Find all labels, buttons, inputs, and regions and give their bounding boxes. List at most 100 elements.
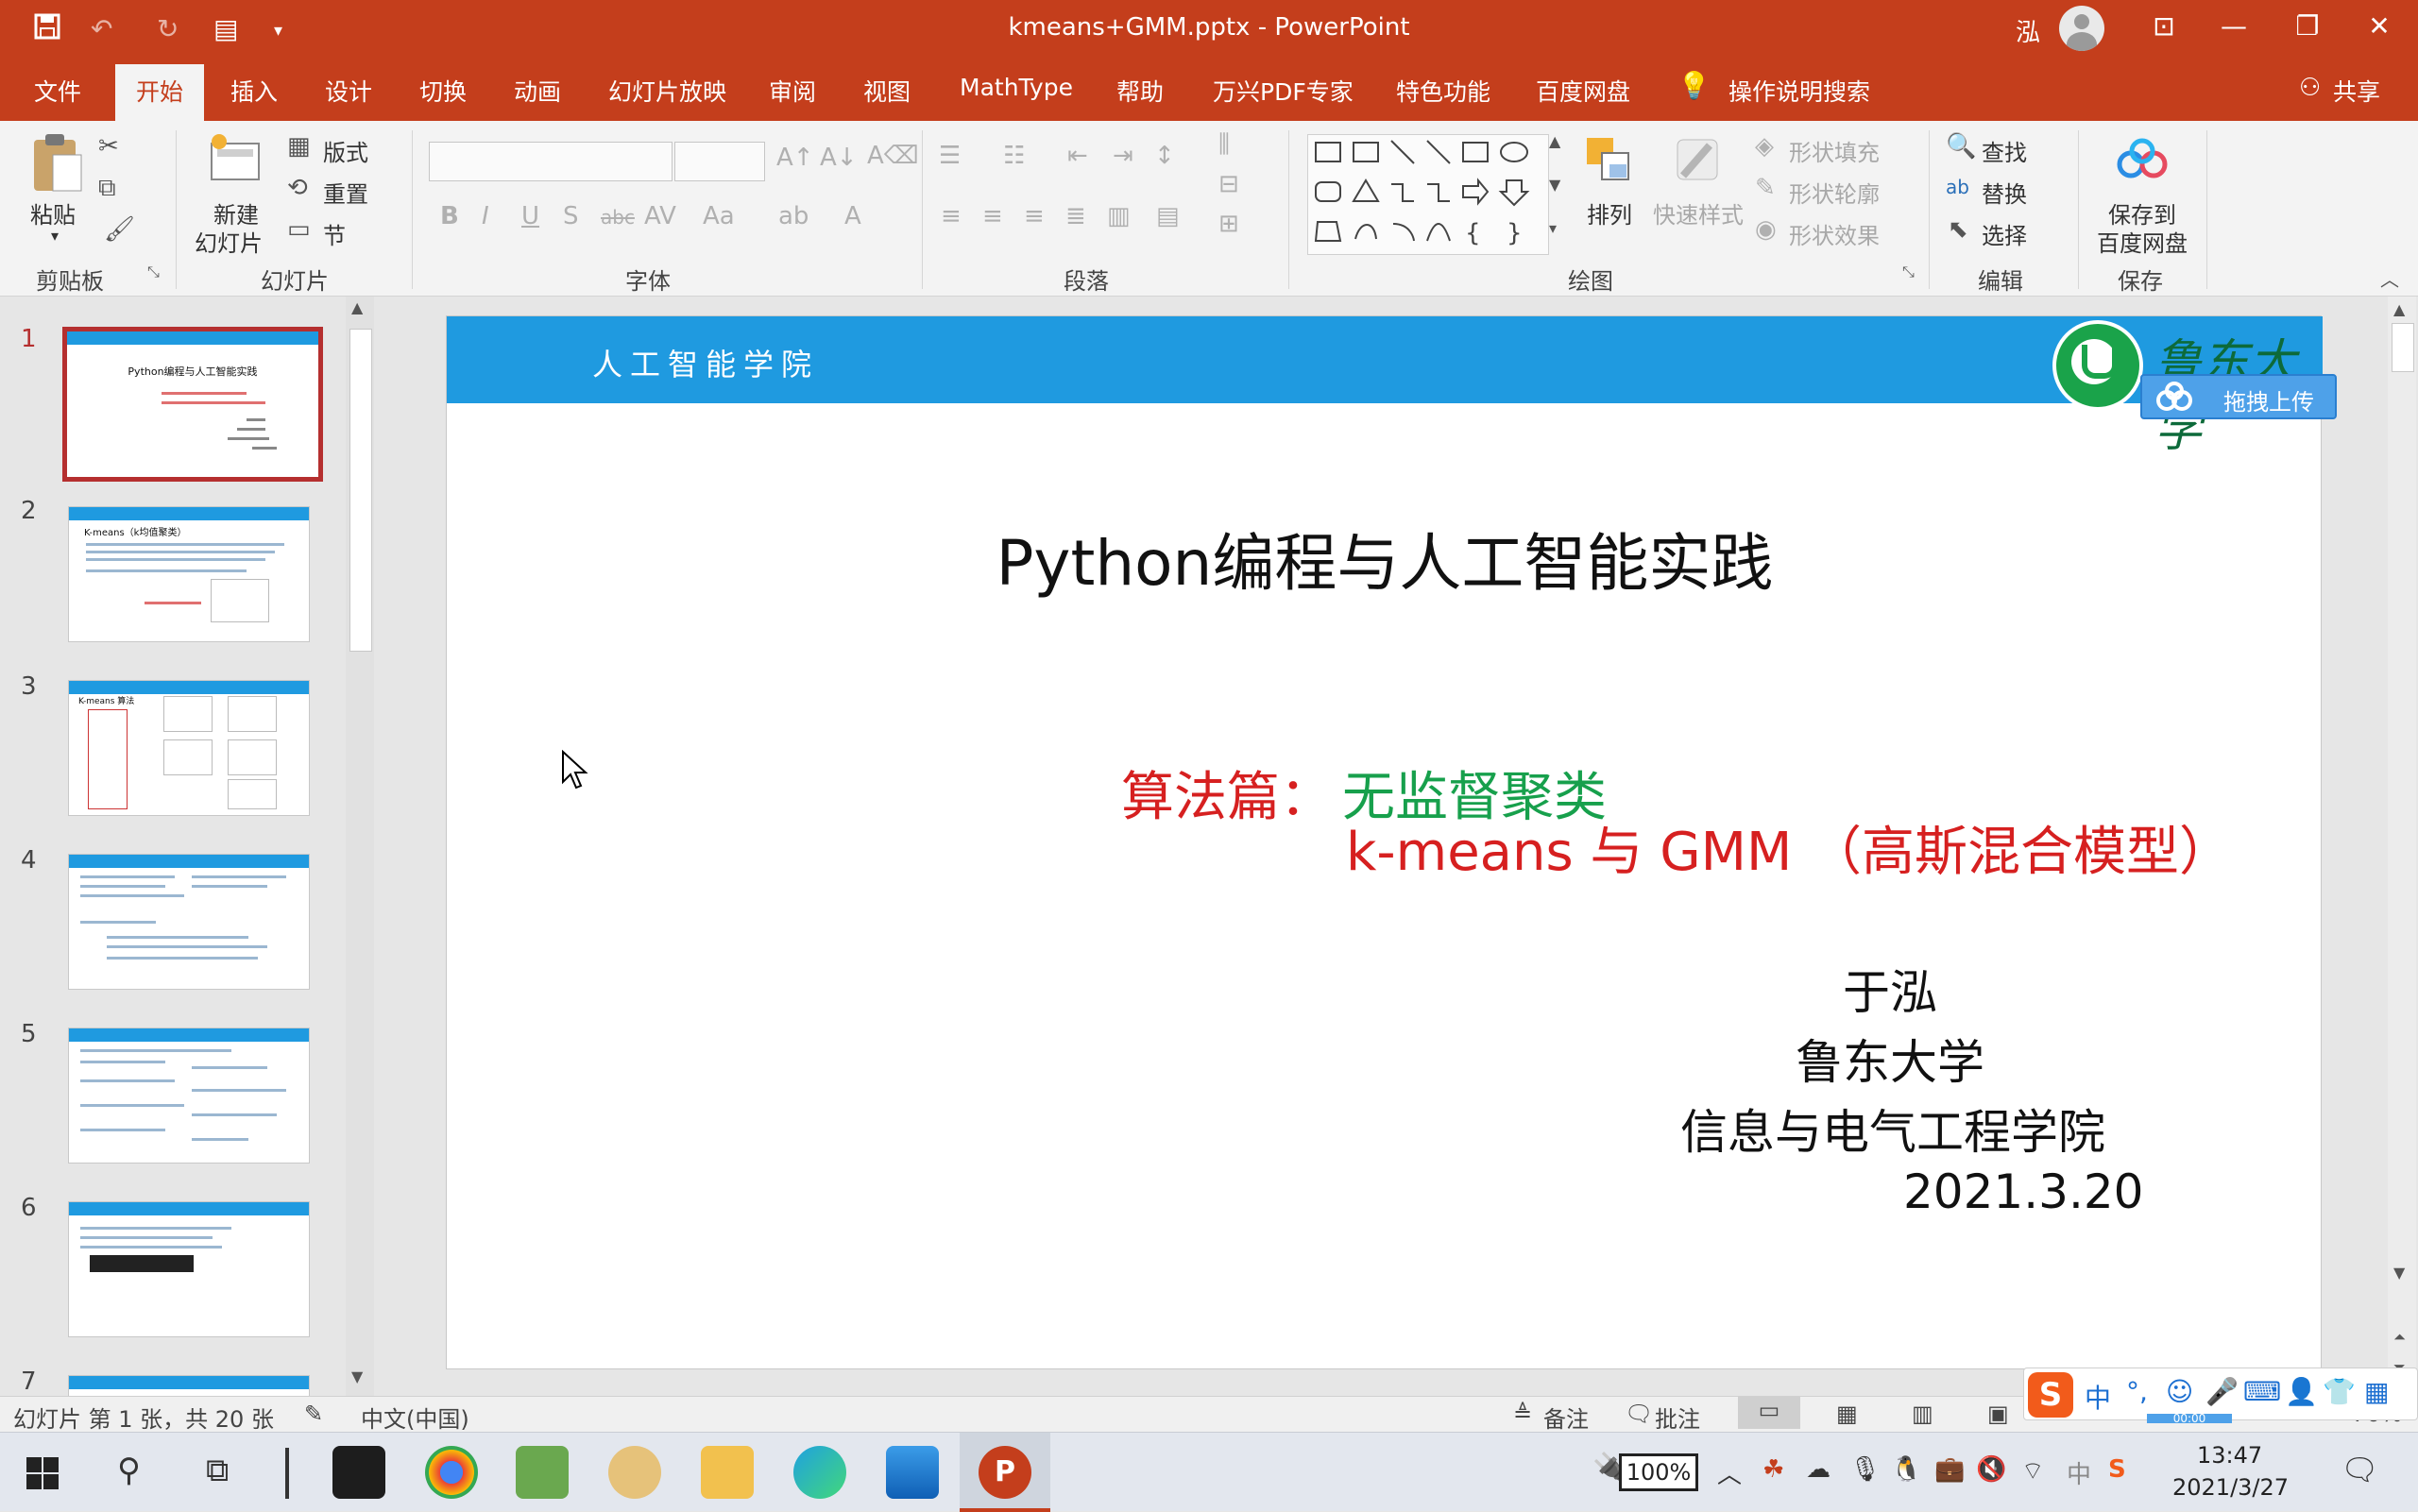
restore-button[interactable]: ❐: [2274, 6, 2341, 47]
font-size-dropdown[interactable]: [674, 142, 765, 181]
shapes-gallery[interactable]: { }: [1307, 134, 1549, 255]
onedrive-icon[interactable]: ☁: [1806, 1455, 1831, 1484]
gallery-up-icon[interactable]: ▲: [1549, 132, 1560, 150]
tab-features[interactable]: 特色功能: [1396, 74, 1490, 108]
shape-fill-button[interactable]: 形状填充: [1789, 134, 1880, 167]
justify-icon[interactable]: ≣: [1065, 202, 1086, 230]
language-indicator[interactable]: 中文(中国): [361, 1401, 469, 1434]
clock-date[interactable]: 2021/3/27: [2172, 1474, 2289, 1501]
comments-button[interactable]: 批注: [1655, 1401, 1700, 1434]
minimize-button[interactable]: —: [2201, 6, 2267, 47]
avatar[interactable]: [2059, 6, 2104, 51]
normal-view-icon[interactable]: ▭: [1738, 1397, 1800, 1429]
align-center-icon[interactable]: ≡: [982, 202, 1003, 230]
slide-thumbnail-3[interactable]: K-means 算法: [68, 680, 310, 816]
gallery-more-icon[interactable]: ▾: [1549, 219, 1557, 237]
slide-thumbnail-1[interactable]: Python编程与人工智能实践: [62, 327, 323, 482]
microphone-icon[interactable]: 🎤: [2205, 1376, 2239, 1407]
tab-animations[interactable]: 动画: [514, 74, 561, 108]
reset-button[interactable]: 重置: [323, 176, 368, 209]
close-button[interactable]: ✕: [2346, 6, 2412, 47]
search-icon[interactable]: ⚲: [117, 1452, 141, 1489]
increase-font-size-icon[interactable]: A↑: [776, 144, 814, 172]
cloud-sync-icon[interactable]: ☘: [1762, 1455, 1784, 1484]
tab-baidu-netdisk[interactable]: 百度网盘: [1536, 74, 1630, 108]
slide-thumbnail-2[interactable]: K-means（k均值聚类）: [68, 506, 310, 642]
ime-toolbar[interactable]: S 中 °, ☺ 🎤 ⌨ 👤 👕 ▦ 00:00: [2023, 1368, 2418, 1424]
tab-home[interactable]: 开始: [115, 64, 204, 121]
underline-icon[interactable]: U: [521, 202, 539, 230]
format-painter-icon[interactable]: 🖌: [104, 215, 135, 244]
layout-button[interactable]: 版式: [323, 134, 368, 167]
italic-icon[interactable]: I: [482, 202, 489, 230]
clock-time[interactable]: 13:47: [2197, 1442, 2262, 1469]
punctuation-icon[interactable]: °,: [2126, 1376, 2148, 1407]
notepad-app-icon[interactable]: [516, 1446, 569, 1499]
previous-slide-icon[interactable]: ⏶: [2393, 1328, 2406, 1347]
highlight-icon[interactable]: ab: [778, 202, 809, 230]
font-family-dropdown[interactable]: [429, 142, 673, 181]
slide-thumbnail-6[interactable]: [68, 1201, 310, 1337]
bullets-icon[interactable]: ☰: [939, 142, 961, 170]
align-left-icon[interactable]: ≡: [941, 202, 962, 230]
cut-icon[interactable]: ✂: [98, 132, 119, 161]
emoji-icon[interactable]: ☺: [2166, 1376, 2193, 1407]
share-button[interactable]: 共享: [2333, 74, 2380, 108]
section-button[interactable]: 节: [323, 217, 346, 250]
slide-sorter-icon[interactable]: ▦: [1836, 1401, 1858, 1427]
slide-canvas[interactable]: 人工智能学院 鲁东大学 Python编程与人工智能实践 算法篇： 无监督聚类 k…: [446, 315, 2323, 1369]
show-hidden-icons-icon[interactable]: ︿: [1717, 1455, 1742, 1490]
bold-icon[interactable]: B: [440, 202, 459, 230]
tab-insert[interactable]: 插入: [230, 74, 278, 108]
copy-icon[interactable]: ⧉: [98, 174, 116, 203]
scroll-up-icon[interactable]: ▲: [351, 298, 363, 316]
chrome-app-icon[interactable]: [425, 1446, 478, 1499]
thumbnails-scrollbar[interactable]: ▲ ▼: [346, 297, 374, 1396]
subtitle-line-2[interactable]: k-means 与 GMM （高斯混合模型）: [1346, 809, 2232, 886]
notification-center-icon[interactable]: 🗨: [2341, 1452, 2379, 1487]
shape-outline-button[interactable]: 形状轮廓: [1789, 176, 1880, 209]
slideshow-view-icon[interactable]: ▣: [1987, 1401, 2009, 1427]
tab-wanxing-pdf[interactable]: 万兴PDF专家: [1213, 74, 1354, 108]
powerpoint-taskbar-button[interactable]: P: [960, 1433, 1050, 1512]
keyboard-icon[interactable]: ⌨: [2243, 1376, 2281, 1407]
replace-button[interactable]: 替换: [1982, 176, 2027, 209]
qq-icon[interactable]: 🐧: [1891, 1455, 1921, 1484]
smartart-icon[interactable]: ⊞: [1218, 210, 1239, 238]
strikethrough-icon[interactable]: abc: [601, 206, 635, 229]
file-explorer-icon[interactable]: [701, 1446, 754, 1499]
author-affiliation[interactable]: 鲁东大学: [1796, 1025, 1984, 1093]
align-right-icon[interactable]: ≡: [1024, 202, 1045, 230]
align-text-icon[interactable]: ⊟: [1218, 170, 1239, 198]
author-name[interactable]: 于泓: [1843, 955, 1937, 1023]
clear-formatting-icon[interactable]: A⌫: [867, 142, 919, 170]
drag-upload-badge[interactable]: 拖拽上传: [2140, 374, 2337, 419]
scroll-up-icon[interactable]: ▲: [2393, 300, 2405, 318]
columns-icon[interactable]: ▤: [1156, 202, 1180, 230]
scroll-down-icon[interactable]: ▼: [2393, 1264, 2405, 1282]
toolbox-icon[interactable]: ▦: [2364, 1376, 2389, 1407]
slide-thumbnail-7[interactable]: [68, 1375, 310, 1398]
tab-file[interactable]: 文件: [34, 74, 81, 108]
scrollbar-thumb[interactable]: [2392, 323, 2414, 372]
ribbon-display-options-icon[interactable]: ⊡: [2131, 6, 2197, 47]
text-shadow-icon[interactable]: S: [563, 202, 579, 230]
tab-slideshow[interactable]: 幻灯片放映: [608, 74, 726, 108]
reading-view-icon[interactable]: ▥: [1912, 1401, 1933, 1427]
slide-title[interactable]: Python编程与人工智能实践: [447, 513, 2323, 603]
mascot-app-icon[interactable]: [608, 1446, 661, 1499]
windows-start-icon[interactable]: [26, 1457, 59, 1489]
decrease-indent-icon[interactable]: ⇤: [1067, 142, 1088, 170]
tab-mathtype[interactable]: MathType: [960, 74, 1073, 101]
author-department[interactable]: 信息与电气工程学院: [1680, 1095, 2105, 1163]
ime-mode-indicator[interactable]: 中: [2085, 1378, 2111, 1416]
user-icon[interactable]: 👤: [2285, 1376, 2318, 1407]
task-view-icon[interactable]: ⧉: [206, 1452, 229, 1489]
text-direction-icon[interactable]: ⫼: [1218, 130, 1230, 160]
edge-browser-icon[interactable]: [793, 1446, 846, 1499]
tab-view[interactable]: 视图: [863, 74, 911, 108]
sogou-ime-icon[interactable]: S: [2028, 1372, 2073, 1418]
briefcase-icon[interactable]: 💼: [1934, 1455, 1965, 1484]
microphone-icon[interactable]: 🎙: [1849, 1455, 1881, 1484]
battery-indicator[interactable]: 100%: [1619, 1453, 1698, 1491]
